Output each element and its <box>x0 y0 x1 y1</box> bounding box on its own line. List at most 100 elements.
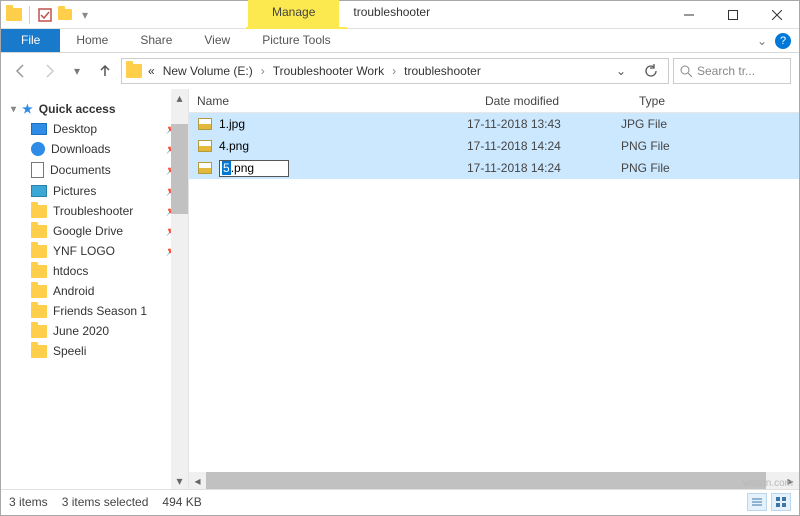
table-row[interactable]: 1.jpg17-11-2018 13:43JPG File <box>189 113 799 135</box>
file-type: JPG File <box>621 117 731 131</box>
watermark: wsxdn.com <box>743 478 793 489</box>
search-placeholder: Search tr... <box>697 64 755 78</box>
crumb-folder-2[interactable]: troubleshooter <box>402 64 483 78</box>
search-icon <box>680 65 693 78</box>
up-button[interactable] <box>93 59 117 83</box>
maximize-button[interactable] <box>711 1 755 28</box>
scroll-up-icon[interactable]: ▴ <box>171 89 188 106</box>
navpane-scrollbar[interactable]: ▴ ▾ <box>171 89 188 489</box>
thumbnails-view-button[interactable] <box>771 493 791 511</box>
title-bar: ▾ Manage troubleshooter <box>1 1 799 29</box>
properties-icon[interactable] <box>36 6 54 24</box>
file-tab[interactable]: File <box>1 29 60 52</box>
sidebar-item-google-drive[interactable]: Google Drive📌 <box>1 221 188 241</box>
quick-access-toolbar: ▾ <box>1 1 98 28</box>
context-tab-manage[interactable]: Manage <box>248 0 339 28</box>
refresh-button[interactable] <box>638 59 664 83</box>
explorer-body: ▾ ★ Quick access Desktop📌Downloads📌Docum… <box>1 89 799 489</box>
scroll-thumb[interactable] <box>171 124 188 214</box>
folder-small-icon[interactable] <box>56 6 74 24</box>
sidebar-item-label: Downloads <box>51 142 110 156</box>
expand-ribbon-icon[interactable]: ⌄ <box>757 34 767 48</box>
table-row[interactable]: 4.png17-11-2018 14:24PNG File <box>189 135 799 157</box>
tab-view[interactable]: View <box>188 29 246 52</box>
column-date[interactable]: Date modified <box>485 94 639 108</box>
scroll-down-icon[interactable]: ▾ <box>171 472 188 489</box>
sidebar-item-label: June 2020 <box>53 324 109 338</box>
file-type: PNG File <box>621 139 731 153</box>
titlebar-middle: Manage troubleshooter <box>98 1 667 28</box>
sidebar-item-label: Google Drive <box>53 224 123 238</box>
window-controls <box>667 1 799 28</box>
sidebar-item-htdocs[interactable]: htdocs <box>1 261 188 281</box>
chevron-right-icon[interactable]: › <box>390 64 398 78</box>
column-type[interactable]: Type <box>639 94 749 108</box>
search-box[interactable]: Search tr... <box>673 58 791 84</box>
column-headers: Name Date modified Type <box>189 89 799 113</box>
ribbon-tabs: File Home Share View Picture Tools ⌄ ? <box>1 29 799 53</box>
sidebar-item-troubleshooter[interactable]: Troubleshooter📌 <box>1 201 188 221</box>
sidebar-item-friends-season-1[interactable]: Friends Season 1 <box>1 301 188 321</box>
folder-icon <box>31 225 47 238</box>
folder-icon <box>31 245 47 258</box>
scroll-left-icon[interactable]: ◂ <box>189 472 206 489</box>
sidebar-item-june-2020[interactable]: June 2020 <box>1 321 188 341</box>
file-date: 17-11-2018 14:24 <box>467 139 621 153</box>
file-date: 17-11-2018 13:43 <box>467 117 621 131</box>
tab-picture-tools[interactable]: Picture Tools <box>246 27 346 52</box>
file-list-pane: Name Date modified Type 1.jpg17-11-2018 … <box>189 89 799 489</box>
horizontal-scrollbar[interactable]: ◂ ▸ <box>189 472 799 489</box>
sidebar-item-label: Desktop <box>53 122 97 136</box>
table-row[interactable]: 5.png 17-11-2018 14:24PNG File <box>189 157 799 179</box>
address-dropdown-icon[interactable]: ⌄ <box>608 59 634 83</box>
qat-dropdown-icon[interactable]: ▾ <box>76 6 94 24</box>
back-button[interactable] <box>9 59 33 83</box>
file-rows[interactable]: 1.jpg17-11-2018 13:43JPG File4.png17-11-… <box>189 113 799 472</box>
crumb-folder-1[interactable]: Troubleshooter Work <box>271 64 386 78</box>
sidebar-item-documents[interactable]: Documents📌 <box>1 159 188 181</box>
chevron-down-icon: ▾ <box>11 104 16 115</box>
sidebar-item-label: htdocs <box>53 264 88 278</box>
quick-access-header[interactable]: ▾ ★ Quick access <box>1 99 188 119</box>
hscroll-thumb[interactable] <box>206 472 766 489</box>
help-icon[interactable]: ? <box>775 33 791 49</box>
sidebar-item-label: Pictures <box>53 184 96 198</box>
address-folder-icon <box>126 64 142 78</box>
folder-icon <box>31 285 47 298</box>
window-title: troubleshooter <box>339 5 444 25</box>
file-date: 17-11-2018 14:24 <box>467 161 621 175</box>
item-count: 3 items <box>9 495 48 509</box>
folder-icon <box>31 345 47 358</box>
tab-home[interactable]: Home <box>60 29 124 52</box>
image-file-icon <box>197 116 213 132</box>
forward-button[interactable] <box>37 59 61 83</box>
folder-icon <box>5 6 23 24</box>
sidebar-item-desktop[interactable]: Desktop📌 <box>1 119 188 139</box>
sidebar-item-label: Android <box>53 284 94 298</box>
address-bar[interactable]: « New Volume (E:) › Troubleshooter Work … <box>121 58 669 84</box>
image-file-icon <box>197 138 213 154</box>
minimize-button[interactable] <box>667 1 711 28</box>
close-button[interactable] <box>755 1 799 28</box>
sidebar-item-android[interactable]: Android <box>1 281 188 301</box>
sidebar-item-speeli[interactable]: Speeli <box>1 341 188 361</box>
document-icon <box>31 162 44 178</box>
sidebar-item-ynf-logo[interactable]: YNF LOGO📌 <box>1 241 188 261</box>
rename-input[interactable]: 5.png <box>219 160 289 177</box>
folder-icon <box>31 305 47 318</box>
sidebar-item-pictures[interactable]: Pictures📌 <box>1 181 188 201</box>
details-view-button[interactable] <box>747 493 767 511</box>
file-type: PNG File <box>621 161 731 175</box>
crumb-prefix[interactable]: « <box>146 64 157 78</box>
crumb-volume[interactable]: New Volume (E:) <box>161 64 255 78</box>
recent-locations-button[interactable]: ▾ <box>65 59 89 83</box>
sidebar-item-downloads[interactable]: Downloads📌 <box>1 139 188 159</box>
image-file-icon <box>197 160 213 176</box>
tab-share[interactable]: Share <box>124 29 188 52</box>
folder-icon <box>31 265 47 278</box>
desktop-icon <box>31 123 47 135</box>
chevron-right-icon[interactable]: › <box>259 64 267 78</box>
sidebar-item-label: YNF LOGO <box>53 244 115 258</box>
column-name[interactable]: Name <box>197 94 485 108</box>
navigation-pane: ▾ ★ Quick access Desktop📌Downloads📌Docum… <box>1 89 189 489</box>
